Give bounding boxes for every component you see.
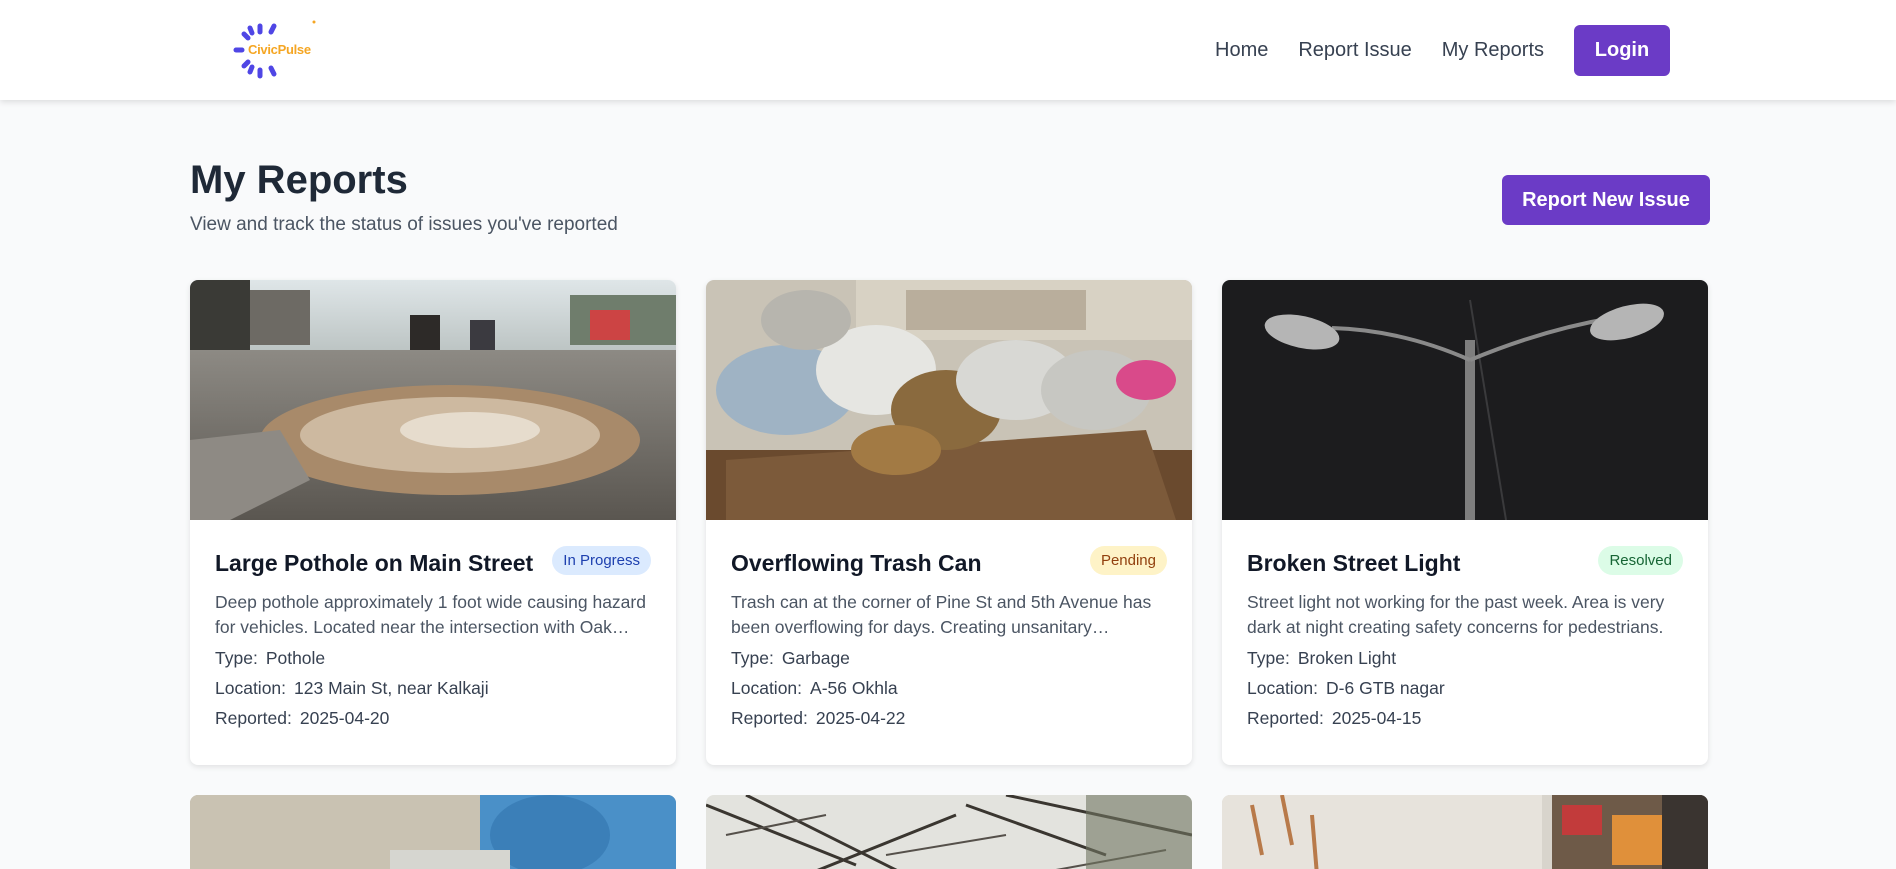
- location-value: D-6 GTB nagar: [1326, 678, 1445, 698]
- type-label: Type:: [1247, 648, 1290, 668]
- page-subtitle: View and track the status of issues you'…: [190, 214, 618, 235]
- report-card-partial[interactable]: [190, 795, 676, 869]
- report-card[interactable]: Large Pothole on Main Street In Progress…: [190, 280, 676, 765]
- reported-label: Reported:: [215, 708, 292, 728]
- location-label: Location:: [215, 678, 287, 698]
- status-badge: In Progress: [552, 546, 651, 575]
- type-value: Broken Light: [1297, 648, 1397, 668]
- type-row: Type: Broken Light: [1247, 648, 1396, 669]
- location-label: Location:: [731, 678, 803, 698]
- report-new-issue-button[interactable]: Report New Issue: [1502, 175, 1710, 225]
- pothole-photo: [190, 280, 676, 520]
- reported-value: 2025-04-22: [815, 708, 906, 728]
- reported-value: 2025-04-15: [1331, 708, 1422, 728]
- location-row: Location: D-6 GTB nagar: [1247, 678, 1445, 699]
- report-card-partial[interactable]: [1222, 795, 1708, 869]
- reported-row: Reported: 2025-04-15: [1247, 708, 1421, 729]
- card-body: Broken Street Light Resolved Street ligh…: [1222, 520, 1708, 765]
- nav-links: Home Report Issue My Reports Login: [1215, 25, 1670, 76]
- location-row: Location: 123 Main St, near Kalkaji: [215, 678, 489, 699]
- type-row: Type: Garbage: [731, 648, 850, 669]
- civicpulse-logo[interactable]: CivicPulse: [228, 18, 338, 82]
- card-description: Trash can at the corner of Pine St and 5…: [731, 592, 1152, 637]
- reported-value: 2025-04-20: [299, 708, 390, 728]
- card-description: Street light not working for the past we…: [1247, 592, 1665, 637]
- report-card[interactable]: Overflowing Trash Can Pending Trash can …: [706, 280, 1192, 765]
- street-light-photo: [1222, 280, 1708, 520]
- location-label: Location:: [1247, 678, 1319, 698]
- logo-text: CivicPulse: [248, 42, 311, 57]
- status-badge: Resolved: [1598, 546, 1683, 575]
- type-label: Type:: [215, 648, 258, 668]
- login-button[interactable]: Login: [1574, 25, 1670, 76]
- type-value: Pothole: [265, 648, 326, 668]
- reported-row: Reported: 2025-04-22: [731, 708, 905, 729]
- nav-report-issue-link[interactable]: Report Issue: [1298, 39, 1411, 62]
- card-body: Large Pothole on Main Street In Progress…: [190, 520, 676, 765]
- reported-label: Reported:: [731, 708, 808, 728]
- top-navbar: CivicPulse Home Report Issue My Reports …: [0, 0, 1896, 100]
- page-title: My Reports: [190, 158, 408, 202]
- reported-row: Reported: 2025-04-20: [215, 708, 389, 729]
- card-body: Overflowing Trash Can Pending Trash can …: [706, 520, 1192, 765]
- nav-my-reports-link[interactable]: My Reports: [1442, 39, 1544, 62]
- card-title: Broken Street Light: [1247, 550, 1461, 576]
- fallen-tree-photo: [706, 795, 1192, 869]
- type-value: Garbage: [781, 648, 850, 668]
- card-description: Deep pothole approximately 1 foot wide c…: [215, 592, 646, 637]
- trash-photo: [706, 280, 1192, 520]
- type-label: Type:: [731, 648, 774, 668]
- location-value: A-56 Okhla: [810, 678, 898, 698]
- location-value: 123 Main St, near Kalkaji: [294, 678, 489, 698]
- location-row: Location: A-56 Okhla: [731, 678, 898, 699]
- card-title: Large Pothole on Main Street: [215, 550, 534, 576]
- report-card-partial[interactable]: [706, 795, 1192, 869]
- wall-damage-photo: [1222, 795, 1708, 869]
- type-row: Type: Pothole: [215, 648, 325, 669]
- status-badge: Pending: [1089, 546, 1167, 575]
- report-card[interactable]: Broken Street Light Resolved Street ligh…: [1222, 280, 1708, 765]
- reported-label: Reported:: [1247, 708, 1324, 728]
- nav-home-link[interactable]: Home: [1215, 39, 1268, 62]
- pipe-photo: [190, 795, 676, 869]
- card-title: Overflowing Trash Can: [731, 550, 982, 576]
